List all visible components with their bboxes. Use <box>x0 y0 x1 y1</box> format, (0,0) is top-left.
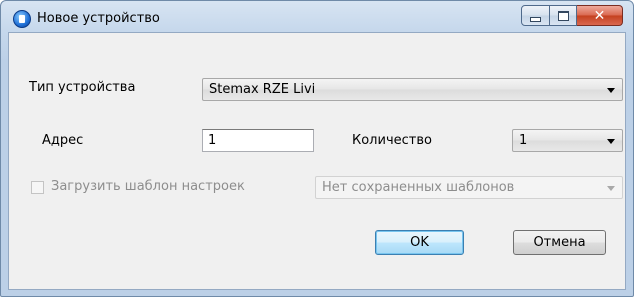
quantity-label: Количество <box>352 133 432 148</box>
address-input[interactable]: 1 <box>202 129 314 152</box>
chevron-down-icon <box>607 139 615 144</box>
template-value: Нет сохраненных шаблонов <box>322 180 515 195</box>
maximize-button[interactable] <box>550 5 577 26</box>
quantity-value: 1 <box>519 133 528 148</box>
load-template-checkbox[interactable] <box>31 181 44 194</box>
caption-buttons: ✕ <box>521 5 623 27</box>
device-type-label: Тип устройства <box>29 80 136 95</box>
ok-button[interactable]: OK <box>375 230 464 255</box>
app-icon <box>13 10 31 28</box>
address-value: 1 <box>208 133 217 148</box>
dialog-window: Новое устройство ✕ Тип устройства Stemax… <box>0 0 634 297</box>
maximize-icon <box>557 10 569 21</box>
template-select[interactable]: Нет сохраненных шаблонов <box>315 176 623 199</box>
dialog-body: Тип устройства Stemax RZE Livi Адрес 1 К… <box>8 32 626 290</box>
window-title: Новое устройство <box>37 11 160 26</box>
close-icon: ✕ <box>593 7 606 24</box>
load-template-label: Загрузить шаблон настроек <box>51 179 245 194</box>
device-type-select[interactable]: Stemax RZE Livi <box>202 78 623 101</box>
quantity-select[interactable]: 1 <box>512 129 623 152</box>
address-label: Адрес <box>42 133 84 148</box>
device-type-value: Stemax RZE Livi <box>209 82 316 97</box>
chevron-down-icon <box>607 186 615 191</box>
cancel-button[interactable]: Отмена <box>513 230 606 255</box>
close-button[interactable]: ✕ <box>577 5 623 26</box>
minimize-button[interactable] <box>521 5 550 26</box>
chevron-down-icon <box>607 88 615 93</box>
minimize-icon <box>530 16 541 22</box>
